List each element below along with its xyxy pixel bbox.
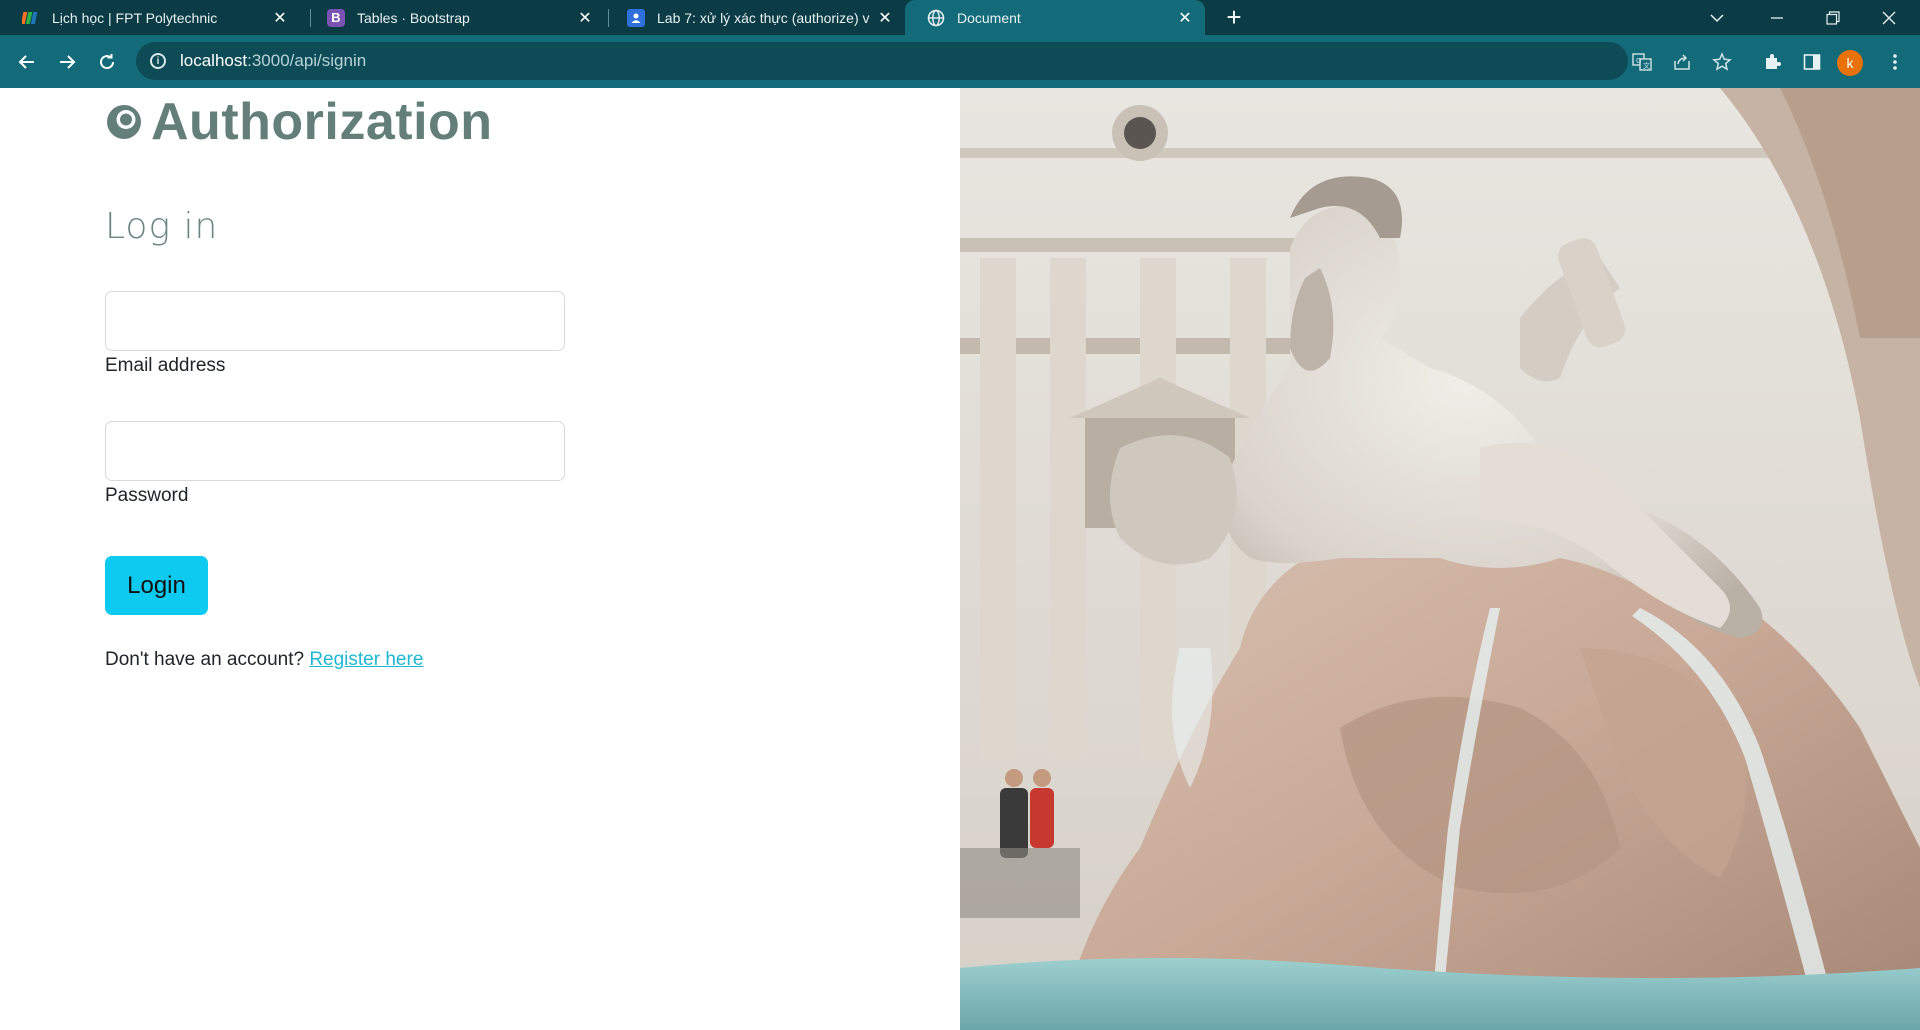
fountain-statue-image — [960, 88, 1920, 1030]
menu-kebab-icon[interactable] — [1880, 47, 1910, 77]
fpt-icon — [22, 9, 40, 27]
browser-toolbar: i localhost:3000/api/signin G文 k — [0, 35, 1920, 88]
tab-title: Lịch học | FPT Polytechnic — [52, 9, 218, 26]
url-path: :3000/api/signin — [247, 51, 367, 70]
register-link[interactable]: Register here — [309, 649, 423, 670]
tab-strip: Lịch học | FPT Polytechnic ✕ B Tables · … — [0, 0, 1920, 35]
page-title: Log in — [105, 206, 219, 247]
close-tab-icon[interactable]: ✕ — [575, 8, 595, 28]
reload-icon[interactable] — [92, 47, 122, 77]
globe-icon — [927, 9, 945, 27]
close-window-icon[interactable] — [1866, 0, 1912, 35]
tab-title: Lab 7: xử lý xác thực (authorize) v — [657, 9, 870, 26]
restore-icon[interactable] — [1810, 0, 1856, 35]
translate-icon[interactable]: G文 — [1627, 47, 1657, 77]
new-tab-button[interactable]: + — [1220, 2, 1248, 32]
tab-bootstrap[interactable]: B Tables · Bootstrap ✕ — [305, 0, 605, 35]
bookmark-star-icon[interactable] — [1707, 47, 1737, 77]
address-bar[interactable]: i localhost:3000/api/signin — [136, 42, 1628, 80]
page-content: Authorization Log in Email address Passw… — [0, 88, 1920, 1030]
password-input[interactable] — [105, 421, 565, 481]
tab-fpt[interactable]: Lịch học | FPT Polytechnic ✕ — [0, 0, 300, 35]
svg-text:G: G — [1636, 57, 1641, 65]
extensions-icon[interactable] — [1757, 47, 1787, 77]
hero-image — [960, 88, 1920, 1030]
classroom-icon — [627, 8, 645, 27]
close-tab-icon[interactable]: ✕ — [270, 8, 290, 28]
brand-logo-icon — [107, 105, 141, 139]
brand: Authorization — [105, 92, 493, 152]
share-icon[interactable] — [1667, 47, 1697, 77]
url-host: localhost — [180, 51, 248, 70]
tab-lab7[interactable]: Lab 7: xử lý xác thực (authorize) v ✕ — [605, 0, 905, 35]
side-panel-icon[interactable] — [1797, 47, 1827, 77]
register-prompt: Don't have an account? Register here — [105, 649, 423, 671]
close-tab-icon[interactable]: ✕ — [875, 8, 895, 28]
tab-document[interactable]: Document ✕ — [905, 0, 1205, 35]
back-icon[interactable] — [12, 47, 42, 77]
close-tab-icon[interactable]: ✕ — [1175, 8, 1195, 28]
login-button[interactable]: Login — [105, 556, 208, 615]
tab-search-icon[interactable] — [1694, 0, 1740, 35]
minimize-icon[interactable] — [1754, 0, 1800, 35]
bootstrap-icon: B — [327, 8, 345, 27]
tab-title: Tables · Bootstrap — [357, 9, 470, 26]
forward-icon[interactable] — [52, 47, 82, 77]
email-input[interactable] — [105, 291, 565, 351]
brand-title: Authorization — [151, 93, 493, 151]
svg-text:文: 文 — [1643, 61, 1650, 70]
profile-avatar[interactable]: k — [1837, 50, 1863, 76]
register-prompt-text: Don't have an account? — [105, 649, 305, 670]
url-text: localhost:3000/api/signin — [180, 51, 366, 71]
email-label: Email address — [105, 355, 226, 376]
tab-title: Document — [957, 9, 1021, 26]
password-label: Password — [105, 485, 189, 506]
site-info-icon[interactable]: i — [150, 53, 166, 69]
